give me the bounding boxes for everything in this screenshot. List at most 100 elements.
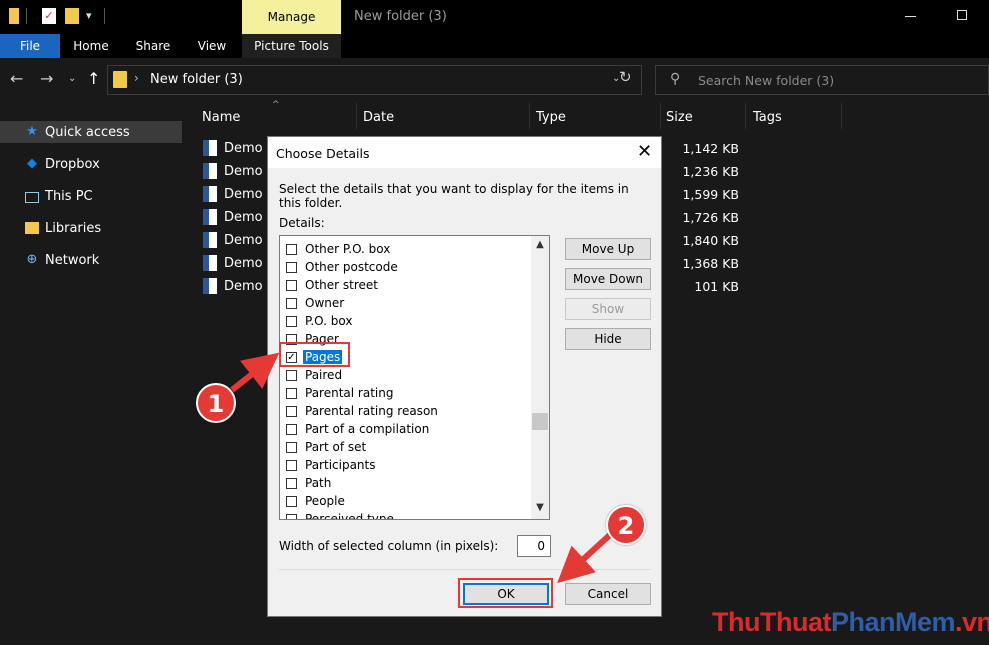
- checkbox[interactable]: [286, 262, 297, 273]
- customize-toolbar-icon[interactable]: ▾: [86, 9, 92, 22]
- column-width-input[interactable]: 0: [517, 535, 551, 557]
- column-divider[interactable]: [745, 103, 746, 129]
- window-title: New folder (3): [354, 9, 447, 24]
- column-header-name[interactable]: Name: [202, 110, 240, 125]
- checkbox[interactable]: [286, 478, 297, 489]
- file-name: Demo (: [224, 164, 272, 179]
- close-icon[interactable]: ✕: [637, 141, 652, 162]
- manage-label: Manage: [267, 10, 316, 24]
- checkbox[interactable]: [286, 298, 297, 309]
- list-item[interactable]: Other postcode: [280, 259, 532, 277]
- cancel-button[interactable]: Cancel: [565, 583, 651, 605]
- column-divider[interactable]: [660, 103, 661, 129]
- tab-picture-tools[interactable]: Picture Tools: [242, 34, 341, 58]
- tab-file[interactable]: File: [0, 34, 60, 58]
- sidebar-item-dropbox[interactable]: ◆ Dropbox: [0, 153, 182, 175]
- search-input[interactable]: Search New folder (3): [698, 73, 834, 88]
- scroll-up-icon[interactable]: ▲: [531, 239, 549, 250]
- sidebar-item-libraries[interactable]: Libraries: [0, 217, 182, 239]
- scrollbar[interactable]: [531, 236, 549, 519]
- width-label: Width of selected column (in pixels):: [279, 539, 499, 553]
- checkbox[interactable]: [286, 460, 297, 471]
- word-document-icon: [203, 232, 217, 248]
- list-item[interactable]: Parental rating: [280, 385, 532, 403]
- list-item[interactable]: Other P.O. box: [280, 241, 532, 259]
- list-item[interactable]: Owner: [280, 295, 532, 313]
- sidebar-item-label: Dropbox: [45, 156, 100, 172]
- list-item-label: Paired: [305, 368, 343, 382]
- breadcrumb[interactable]: New folder (3): [150, 72, 243, 87]
- breadcrumb-chevron-icon[interactable]: ›: [134, 71, 139, 85]
- properties-icon[interactable]: ✓: [42, 8, 56, 24]
- list-item[interactable]: Part of set: [280, 439, 532, 457]
- list-item[interactable]: Part of a compilation: [280, 421, 532, 439]
- search-icon: ⚲: [670, 71, 681, 87]
- dropbox-icon: ◆: [27, 156, 37, 171]
- recent-locations-icon[interactable]: ⌄: [68, 73, 76, 84]
- show-button[interactable]: Show: [565, 298, 651, 320]
- word-document-icon: [203, 209, 217, 225]
- list-item-label: Owner: [305, 296, 345, 310]
- list-item[interactable]: Parental rating reason: [280, 403, 532, 421]
- libraries-icon: [25, 222, 39, 234]
- new-folder-icon[interactable]: [65, 8, 79, 24]
- hide-button[interactable]: Hide: [565, 328, 651, 350]
- list-item-label: Participants: [305, 458, 376, 472]
- forward-arrow-icon[interactable]: →: [40, 69, 53, 88]
- sidebar-item-network[interactable]: ⊕ Network: [0, 249, 182, 271]
- watermark-part: ThuThuat: [712, 607, 831, 637]
- file-name: Demo (: [224, 210, 272, 225]
- list-item[interactable]: Participants: [280, 457, 532, 475]
- column-header-date[interactable]: Date: [363, 110, 394, 125]
- checkbox[interactable]: [286, 244, 297, 255]
- list-item[interactable]: Paired: [280, 367, 532, 385]
- column-divider[interactable]: [356, 103, 357, 129]
- sidebar-item-quick-access[interactable]: ★ Quick access: [0, 121, 182, 143]
- list-item[interactable]: Perceived type: [280, 511, 532, 519]
- checkbox[interactable]: [286, 496, 297, 507]
- refresh-icon[interactable]: ↻: [619, 68, 632, 86]
- maximize-button[interactable]: [957, 10, 967, 20]
- minimize-button[interactable]: [905, 16, 916, 17]
- choose-details-dialog: Choose Details ✕ Select the details that…: [267, 136, 662, 617]
- column-header-tags[interactable]: Tags: [753, 110, 782, 125]
- sort-ascending-icon: ^: [272, 100, 280, 110]
- details-list[interactable]: Other P.O. box Other postcode Other stre…: [279, 235, 550, 520]
- tab-home[interactable]: Home: [60, 34, 122, 58]
- column-divider[interactable]: [529, 103, 530, 129]
- checkbox[interactable]: [286, 280, 297, 291]
- sidebar-item-this-pc[interactable]: This PC: [0, 185, 182, 207]
- list-item[interactable]: Path: [280, 475, 532, 493]
- checkbox[interactable]: [286, 442, 297, 453]
- tab-share[interactable]: Share: [122, 34, 184, 58]
- tab-view[interactable]: View: [184, 34, 240, 58]
- tab-manage[interactable]: Manage: [242, 0, 341, 34]
- back-arrow-icon[interactable]: ←: [10, 69, 23, 88]
- network-icon: ⊕: [26, 252, 38, 267]
- column-divider[interactable]: [841, 103, 842, 129]
- move-down-button[interactable]: Move Down: [565, 268, 651, 290]
- list-item[interactable]: People: [280, 493, 532, 511]
- list-item-label: Parental rating: [305, 386, 394, 400]
- word-document-icon: [203, 140, 217, 156]
- file-name: Demo (: [224, 256, 272, 271]
- checkbox[interactable]: [286, 406, 297, 417]
- column-header-size[interactable]: Size: [666, 110, 693, 125]
- scroll-thumb[interactable]: [532, 413, 548, 430]
- step-marker-2: 2: [606, 505, 646, 545]
- up-arrow-icon[interactable]: ↑: [87, 69, 100, 88]
- scroll-down-icon[interactable]: ▼: [531, 502, 549, 513]
- checkbox[interactable]: [286, 514, 297, 519]
- file-name: Demo (: [224, 279, 272, 294]
- sidebar-item-label: This PC: [45, 188, 93, 204]
- checkbox[interactable]: [286, 388, 297, 399]
- list-item-label: Other P.O. box: [305, 242, 391, 256]
- list-item[interactable]: P.O. box: [280, 313, 532, 331]
- checkbox[interactable]: [286, 424, 297, 435]
- checkbox[interactable]: [286, 316, 297, 327]
- move-up-button[interactable]: Move Up: [565, 238, 651, 260]
- column-header-type[interactable]: Type: [536, 110, 566, 125]
- list-item[interactable]: Other street: [280, 277, 532, 295]
- checkbox[interactable]: [286, 370, 297, 381]
- folder-icon: [9, 8, 19, 24]
